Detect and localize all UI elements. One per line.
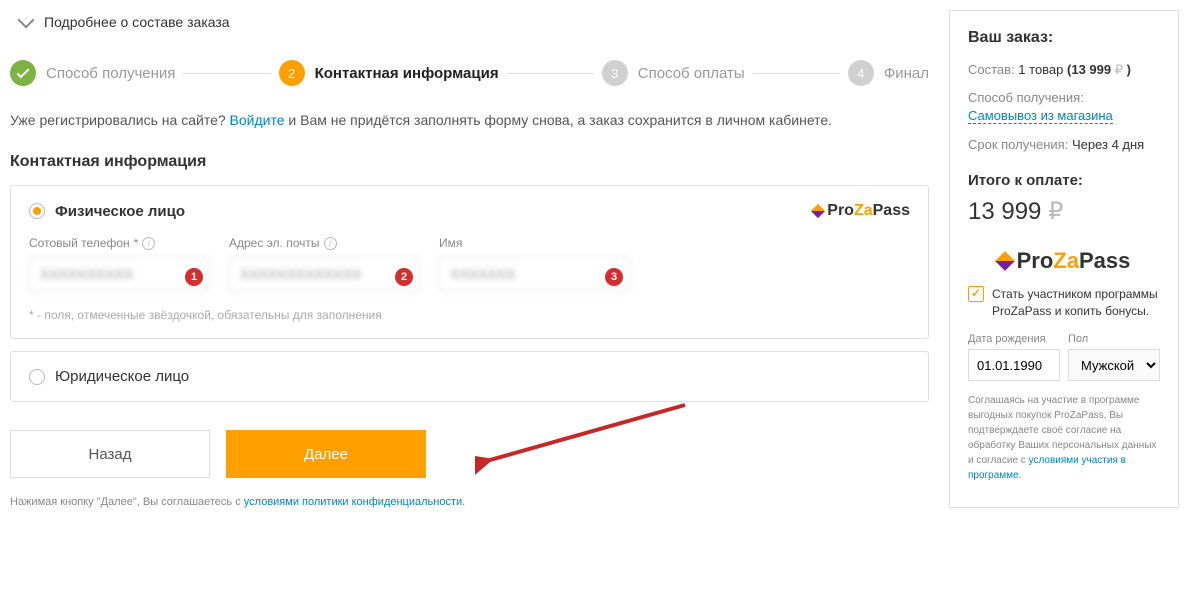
back-button[interactable]: Назад bbox=[10, 430, 210, 478]
name-field: Имя 3 bbox=[439, 236, 629, 292]
info-icon[interactable]: i bbox=[142, 237, 155, 250]
radio-icon bbox=[29, 369, 45, 385]
order-details-toggle[interactable]: Подробнее о составе заказа bbox=[10, 10, 929, 42]
step-4: 4 Финал bbox=[848, 60, 929, 86]
composition-row: Состав: 1 товар (13 999 ₽ ) bbox=[968, 61, 1160, 79]
section-title: Контактная информация bbox=[10, 153, 929, 171]
gender-label: Пол bbox=[1068, 333, 1160, 345]
login-hint: Уже регистрировались на сайте? Войдите и… bbox=[10, 110, 929, 131]
badge-2: 2 bbox=[395, 268, 413, 286]
email-label: Адрес эл. почты i bbox=[229, 236, 419, 250]
individual-radio[interactable]: Физическое лицо bbox=[29, 203, 185, 220]
email-input[interactable] bbox=[229, 256, 419, 292]
diamond-icon bbox=[995, 251, 1015, 271]
step-divider bbox=[183, 73, 270, 74]
phone-input[interactable] bbox=[29, 256, 209, 292]
total-label: Итого к оплате: bbox=[968, 172, 1160, 189]
step-1-circle bbox=[10, 60, 36, 86]
step-1-label: Способ получения bbox=[46, 65, 175, 82]
step-divider bbox=[507, 73, 594, 74]
step-2: 2 Контактная информация bbox=[279, 60, 499, 86]
checkbox-icon bbox=[968, 286, 984, 302]
prozapass-check-label: Стать участником программы ProZaPass и к… bbox=[992, 286, 1160, 320]
prozapass-logo: ProZaPass bbox=[813, 202, 910, 220]
check-icon bbox=[17, 65, 30, 78]
phone-field: Сотовый телефон* i 1 bbox=[29, 236, 209, 292]
step-3-circle: 3 bbox=[602, 60, 628, 86]
prozapass-disclaimer: Соглашаясь на участие в программе выгодн… bbox=[968, 393, 1160, 483]
required-footnote: * - поля, отмеченные звёздочкой, обязате… bbox=[29, 308, 910, 322]
gender-field: Пол Мужской bbox=[1068, 333, 1160, 381]
legal-label: Юридическое лицо bbox=[55, 368, 189, 385]
badge-3: 3 bbox=[605, 268, 623, 286]
step-divider bbox=[753, 73, 840, 74]
order-details-label: Подробнее о составе заказа bbox=[44, 14, 230, 30]
prozapass-logo-big: ProZaPass bbox=[968, 248, 1160, 274]
dob-label: Дата рождения bbox=[968, 333, 1060, 345]
privacy-link[interactable]: условиями политики конфиденциальности bbox=[244, 496, 462, 508]
badge-1: 1 bbox=[185, 268, 203, 286]
step-1[interactable]: Способ получения bbox=[10, 60, 175, 86]
radio-icon bbox=[29, 203, 45, 219]
phone-label: Сотовый телефон* i bbox=[29, 236, 209, 250]
order-summary: Ваш заказ: Состав: 1 товар (13 999 ₽ ) С… bbox=[949, 10, 1179, 508]
step-4-label: Финал bbox=[884, 65, 929, 82]
login-link[interactable]: Войдите bbox=[230, 112, 285, 128]
next-button[interactable]: Далее bbox=[226, 430, 426, 478]
dob-field: Дата рождения bbox=[968, 333, 1060, 381]
term-row: Срок получения: Через 4 дня bbox=[968, 136, 1160, 154]
total-value: 13 999 ₽ bbox=[968, 197, 1160, 226]
step-4-circle: 4 bbox=[848, 60, 874, 86]
arrow-annotation-icon bbox=[475, 400, 695, 490]
delivery-row: Способ получения: Самовывоз из магазина bbox=[968, 89, 1160, 125]
dob-input[interactable] bbox=[968, 349, 1060, 381]
step-3: 3 Способ оплаты bbox=[602, 60, 745, 86]
legal-radio[interactable]: Юридическое лицо bbox=[29, 368, 910, 385]
summary-title: Ваш заказ: bbox=[968, 29, 1160, 47]
email-field: Адрес эл. почты i 2 bbox=[229, 236, 419, 292]
terms-hint: Нажимая кнопку "Далее", Вы соглашаетесь … bbox=[10, 496, 929, 508]
step-2-circle: 2 bbox=[279, 60, 305, 86]
info-icon[interactable]: i bbox=[324, 237, 337, 250]
delivery-link[interactable]: Самовывоз из магазина bbox=[968, 108, 1113, 124]
name-label: Имя bbox=[439, 236, 629, 250]
prozapass-checkbox-row[interactable]: Стать участником программы ProZaPass и к… bbox=[968, 286, 1160, 320]
step-2-label: Контактная информация bbox=[315, 65, 499, 82]
name-input[interactable] bbox=[439, 256, 629, 292]
individual-panel: Физическое лицо ProZaPass Сотовый телефо… bbox=[10, 185, 929, 339]
checkout-steps: Способ получения 2 Контактная информация… bbox=[10, 60, 929, 86]
chevron-down-icon bbox=[18, 12, 35, 29]
step-3-label: Способ оплаты bbox=[638, 65, 745, 82]
diamond-icon bbox=[811, 204, 825, 218]
legal-panel[interactable]: Юридическое лицо bbox=[10, 351, 929, 402]
individual-label: Физическое лицо bbox=[55, 203, 185, 220]
gender-select[interactable]: Мужской bbox=[1068, 349, 1160, 381]
